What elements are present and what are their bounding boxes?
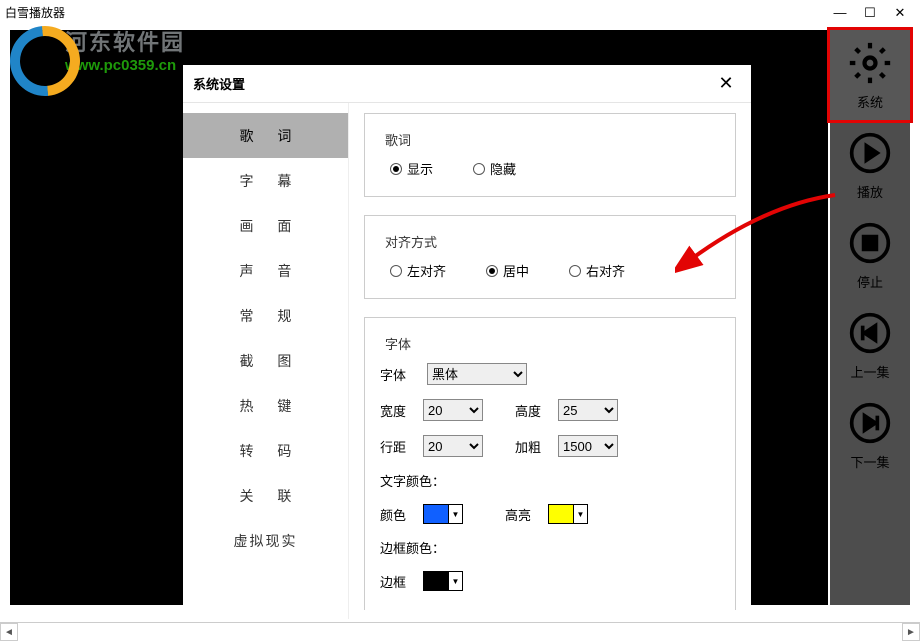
sidebar-label-play: 播放	[857, 182, 883, 201]
scroll-right-button[interactable]: ►	[902, 623, 920, 641]
align-left-label: 左对齐	[407, 261, 446, 280]
tab-general[interactable]: 常 规	[183, 293, 348, 338]
next-icon	[846, 399, 894, 447]
settings-content: 歌词 显示 隐藏 对齐方式 左对齐 居中 右对齐	[348, 103, 751, 619]
radio-dot-icon	[473, 163, 485, 175]
radio-hide[interactable]: 隐藏	[473, 159, 516, 178]
radio-dot-icon	[390, 265, 402, 277]
sidebar-item-prev[interactable]: 上一集	[830, 300, 910, 390]
tabs-column: 歌 词 字 幕 画 面 声 音 常 规 截 图 热 键 转 码 关 联 虚拟现实	[183, 103, 348, 619]
radio-hide-label: 隐藏	[490, 159, 516, 178]
dialog-title: 系统设置	[193, 74, 245, 93]
tab-screenshot[interactable]: 截 图	[183, 338, 348, 383]
tab-picture[interactable]: 画 面	[183, 203, 348, 248]
window-title: 白雪播放器	[5, 4, 825, 21]
border-label: 边框	[380, 572, 415, 591]
play-icon	[846, 129, 894, 177]
radio-dot-icon	[390, 163, 402, 175]
horizontal-scrollbar[interactable]: ◄ ►	[0, 622, 920, 640]
scroll-left-button[interactable]: ◄	[0, 623, 18, 641]
spacing-label: 行距	[380, 437, 415, 456]
radio-dot-icon	[486, 265, 498, 277]
color-label: 颜色	[380, 505, 415, 524]
radio-align-center[interactable]: 居中	[486, 261, 529, 280]
tab-lyrics[interactable]: 歌 词	[183, 113, 348, 158]
width-label: 宽度	[380, 401, 415, 420]
border-color-picker[interactable]: ▼	[423, 571, 463, 591]
sidebar-label-stop: 停止	[857, 272, 883, 291]
right-sidebar: 系统 播放 停止 上一集 下一集	[830, 30, 910, 605]
align-right-label: 右对齐	[586, 261, 625, 280]
bold-label: 加粗	[515, 437, 550, 456]
text-color-label: 文字颜色：	[380, 471, 445, 490]
tab-vr[interactable]: 虚拟现实	[183, 518, 348, 563]
radio-align-left[interactable]: 左对齐	[390, 261, 446, 280]
sidebar-label-system: 系统	[857, 92, 883, 111]
height-select[interactable]: 25	[558, 399, 618, 421]
font-select[interactable]: 黑体	[427, 363, 527, 385]
dialog-close-button[interactable]: ✕	[711, 73, 741, 94]
gear-icon	[846, 39, 894, 87]
close-button[interactable]: ✕	[885, 3, 915, 23]
scroll-track[interactable]	[18, 623, 902, 640]
radio-dot-icon	[569, 265, 581, 277]
sidebar-item-system[interactable]: 系统	[830, 30, 910, 120]
sidebar-item-play[interactable]: 播放	[830, 120, 910, 210]
sidebar-label-prev: 上一集	[850, 362, 889, 381]
align-center-label: 居中	[503, 261, 529, 280]
sidebar-item-next[interactable]: 下一集	[830, 390, 910, 480]
tab-audio[interactable]: 声 音	[183, 248, 348, 293]
tab-subtitle[interactable]: 字 幕	[183, 158, 348, 203]
tab-hotkey[interactable]: 热 键	[183, 383, 348, 428]
prev-icon	[846, 309, 894, 357]
font-section-label: 字体	[380, 334, 416, 353]
width-select[interactable]: 20	[423, 399, 483, 421]
stop-icon	[846, 219, 894, 267]
settings-dialog: 系统设置 ✕ 歌 词 字 幕 画 面 声 音 常 规 截 图 热 键 转 码 关…	[183, 65, 751, 619]
highlight-color-picker[interactable]: ▼	[548, 504, 588, 524]
bold-select[interactable]: 1500	[558, 435, 618, 457]
lyrics-section-label: 歌词	[380, 130, 416, 149]
height-label: 高度	[515, 401, 550, 420]
radio-show[interactable]: 显示	[390, 159, 433, 178]
sidebar-label-next: 下一集	[850, 452, 889, 471]
border-color-label: 边框颜色：	[380, 538, 445, 557]
radio-align-right[interactable]: 右对齐	[569, 261, 625, 280]
spacing-select[interactable]: 20	[423, 435, 483, 457]
minimize-button[interactable]: —	[825, 3, 855, 23]
tab-transcode[interactable]: 转 码	[183, 428, 348, 473]
maximize-button[interactable]: ☐	[855, 3, 885, 23]
tab-assoc[interactable]: 关 联	[183, 473, 348, 518]
sidebar-item-stop[interactable]: 停止	[830, 210, 910, 300]
text-color-picker[interactable]: ▼	[423, 504, 463, 524]
font-label: 字体	[380, 365, 415, 384]
radio-show-label: 显示	[407, 159, 433, 178]
highlight-label: 高亮	[505, 505, 540, 524]
align-section-label: 对齐方式	[380, 232, 442, 251]
